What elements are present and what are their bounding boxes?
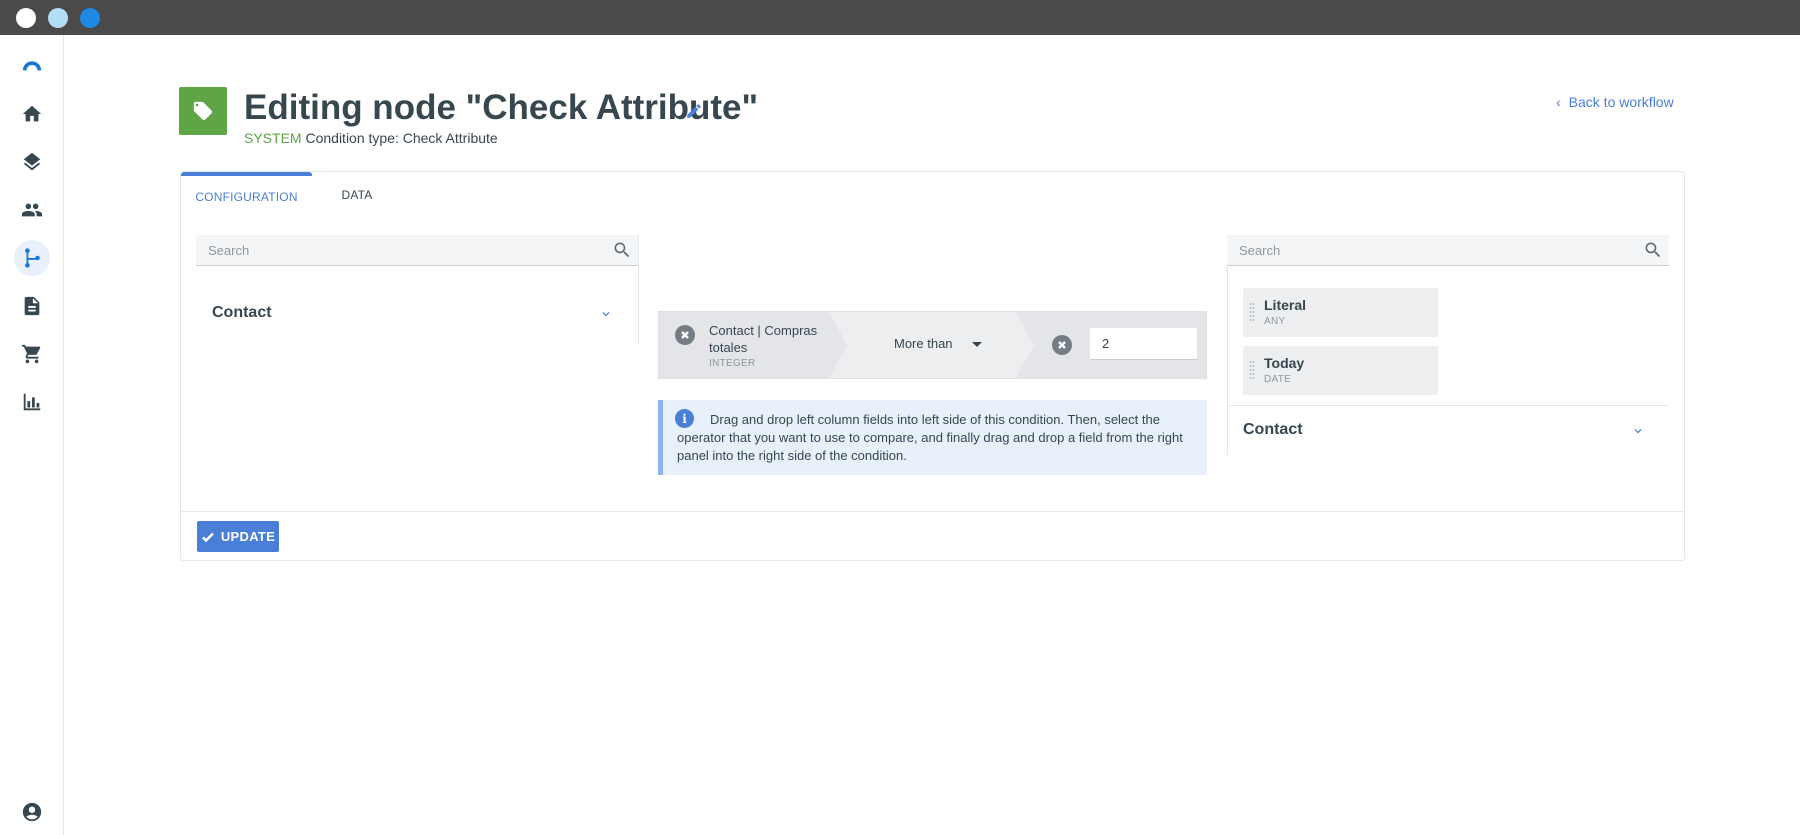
condition-value-input[interactable]: [1090, 328, 1197, 360]
left-search-field: [196, 235, 638, 266]
field-type: ANY: [1264, 316, 1286, 327]
account-icon[interactable]: [14, 794, 50, 830]
card-footer-divider: [181, 511, 1684, 512]
check-icon: [201, 532, 214, 542]
condition-arrow-divider: [1016, 312, 1034, 378]
chevron-down-icon[interactable]: [599, 307, 613, 321]
bar-chart-icon[interactable]: [14, 384, 50, 420]
node-tag-icon: [179, 87, 227, 135]
remove-right-value-icon[interactable]: [1052, 335, 1072, 355]
left-panel-divider: [638, 235, 639, 345]
people-icon[interactable]: [14, 192, 50, 228]
update-button[interactable]: UPDATE: [197, 521, 279, 552]
condition-left-slot[interactable]: Contact | Compras totales INTEGER: [659, 312, 829, 378]
field-name: Literal: [1264, 297, 1307, 313]
system-label: SYSTEM: [244, 130, 302, 146]
page-title: Editing node "Check Attribute": [244, 88, 759, 127]
right-search-field: [1227, 235, 1669, 266]
condition-arrow-divider: [829, 312, 847, 378]
document-icon[interactable]: [14, 288, 50, 324]
caret-down-icon[interactable]: [972, 342, 982, 347]
operator-select[interactable]: More than: [894, 336, 953, 351]
field-card-literal[interactable]: Literal ANY: [1243, 288, 1438, 337]
workflow-icon[interactable]: [14, 240, 50, 276]
condition-builder: Contact | Compras totales INTEGER More t…: [658, 311, 1207, 379]
layers-icon[interactable]: [14, 144, 50, 180]
home-icon[interactable]: [14, 96, 50, 132]
search-icon[interactable]: [612, 240, 632, 260]
back-link-label: Back to workflow: [1568, 94, 1674, 110]
field-card-today[interactable]: Today DATE: [1243, 346, 1438, 395]
window-close-button[interactable]: [16, 8, 36, 28]
search-icon[interactable]: [1643, 240, 1663, 260]
condition-type-label: Condition type: Check Attribute: [305, 130, 498, 146]
cart-icon[interactable]: [14, 336, 50, 372]
field-type: DATE: [1264, 374, 1292, 385]
window-minimize-button[interactable]: [48, 8, 68, 28]
left-search-input[interactable]: [196, 235, 638, 265]
condition-left-field: Contact | Compras totales: [709, 323, 818, 355]
info-hint-box: i Drag and drop left column fields into …: [658, 400, 1207, 475]
sidebar: [0, 35, 64, 835]
drag-handle-icon[interactable]: [1249, 302, 1255, 322]
condition-left-type: INTEGER: [709, 358, 756, 369]
window-maximize-button[interactable]: [80, 8, 100, 28]
remove-left-field-icon[interactable]: [675, 325, 695, 345]
right-panel-separator: [1227, 405, 1669, 406]
tab-configuration[interactable]: CONFIGURATION: [181, 172, 312, 217]
info-hint-text: Drag and drop left column fields into le…: [677, 412, 1183, 463]
node-subtitle: SYSTEM Condition type: Check Attribute: [244, 130, 498, 146]
right-search-input[interactable]: [1227, 235, 1669, 265]
logo-icon[interactable]: [14, 47, 50, 83]
left-contact-group[interactable]: Contact: [212, 304, 272, 322]
field-name: Today: [1264, 355, 1305, 371]
update-button-label: UPDATE: [220, 529, 276, 544]
tab-data[interactable]: DATA: [312, 172, 402, 217]
window-title-bar: [0, 0, 1800, 35]
drag-handle-icon[interactable]: [1249, 360, 1255, 380]
back-to-workflow-link[interactable]: ‹ Back to workflow: [1556, 94, 1674, 110]
right-contact-group[interactable]: Contact: [1243, 421, 1303, 439]
chevron-down-icon[interactable]: [1631, 424, 1645, 438]
chevron-left-icon: ‹: [1556, 94, 1561, 110]
right-panel-divider: [1227, 235, 1228, 455]
config-card: CONFIGURATION DATA Contact Contact | Com…: [180, 171, 1685, 561]
edit-pencil-icon[interactable]: [685, 102, 703, 120]
